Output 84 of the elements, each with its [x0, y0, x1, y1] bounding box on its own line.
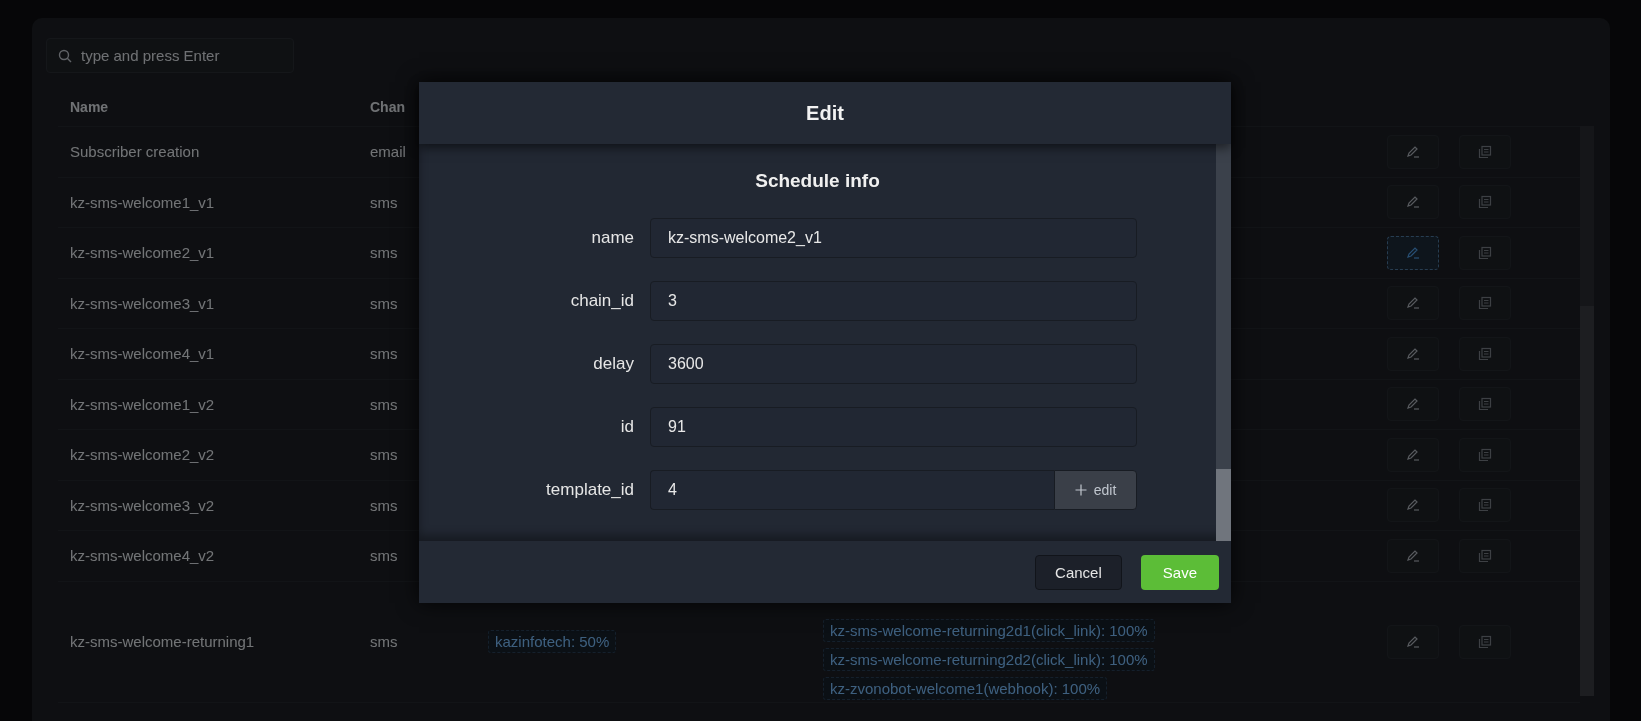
scrollbar[interactable]	[1216, 144, 1231, 541]
copy-icon	[1478, 447, 1492, 462]
input-field[interactable]: 91	[650, 407, 1137, 447]
copy-icon	[1478, 195, 1492, 210]
tag: kz-zvonobot-welcome1(webhook): 100%	[823, 676, 1108, 700]
input-field[interactable]: kz-sms-welcome2_v1	[650, 218, 1137, 258]
input-field[interactable]: 4	[650, 470, 1054, 510]
copy-button[interactable]	[1459, 235, 1511, 270]
edit-button[interactable]	[1387, 624, 1439, 659]
column-header: Name	[69, 99, 110, 115]
field-label: name	[590, 228, 634, 248]
table-cell-text: sms	[370, 294, 399, 312]
table-cell-text: sms	[370, 633, 399, 650]
section-title: Schedule info	[755, 170, 880, 192]
table-cell-text: kz-sms-welcome3_v1	[69, 294, 216, 312]
copy-icon	[1478, 548, 1492, 563]
edit-button[interactable]	[1387, 437, 1439, 472]
table-cell-text: sms	[370, 395, 399, 413]
pencil-icon	[1406, 548, 1420, 563]
table-cell-text: kz-sms-welcome4_v1	[69, 345, 216, 363]
input-field[interactable]: 3	[650, 281, 1137, 321]
copy-icon	[1478, 346, 1492, 361]
table-cell-text: Subscriber creation	[69, 143, 201, 161]
field-label: template_id	[545, 480, 634, 500]
table-cell-text: email	[370, 143, 407, 161]
copy-button[interactable]	[1459, 286, 1511, 321]
copy-icon	[1478, 397, 1492, 412]
copy-icon	[1478, 634, 1492, 649]
edit-button[interactable]	[1387, 235, 1439, 270]
table-cell-text: sms	[370, 345, 399, 363]
table-cell-text: kz-sms-welcome4_v2	[69, 547, 216, 565]
copy-button[interactable]	[1459, 134, 1511, 169]
copy-icon	[1478, 498, 1492, 513]
plus-icon	[1074, 484, 1087, 496]
edit-button[interactable]	[1387, 286, 1439, 321]
dialog-title: Edit	[806, 101, 844, 125]
table-cell-text: kz-sms-welcome2_v1	[69, 244, 216, 262]
search-icon	[58, 49, 72, 63]
table-cell-text: sms	[370, 244, 399, 262]
edit-button[interactable]	[1387, 488, 1439, 523]
pencil-icon	[1406, 245, 1420, 260]
pencil-icon	[1406, 296, 1420, 311]
input-field[interactable]: 3600	[650, 344, 1137, 384]
pencil-icon	[1406, 346, 1420, 361]
edit-button[interactable]	[1387, 387, 1439, 422]
pencil-icon	[1406, 397, 1420, 412]
table-cell-text: sms	[370, 496, 399, 514]
edit-button[interactable]	[1387, 185, 1439, 220]
tag: kz-sms-welcome-returning2d2(click_link): 100%	[823, 647, 1155, 671]
table-cell-text: sms	[370, 446, 399, 464]
table-cell-text: kz-sms-welcome3_v2	[69, 496, 216, 514]
column-header: Chan	[370, 99, 406, 115]
copy-button[interactable]	[1459, 185, 1511, 220]
edit-button[interactable]	[1387, 134, 1439, 169]
table-cell-text: sms	[370, 193, 399, 211]
field-label: chain_id	[569, 291, 634, 311]
copy-button[interactable]	[1459, 437, 1511, 472]
table-cell-text: sms	[370, 547, 399, 565]
field-label: id	[619, 417, 634, 437]
table-cell-text: kz-sms-welcome1_v1	[69, 193, 216, 211]
tag: kz-sms-welcome-returning2d1(click_link): 100%	[823, 618, 1155, 642]
edit-button[interactable]	[1387, 336, 1439, 371]
pencil-icon	[1406, 498, 1420, 513]
table-cell-text: kz-sms-welcome-returning1	[69, 633, 256, 650]
copy-button[interactable]	[1459, 387, 1511, 422]
edit-button[interactable]: edit	[1054, 470, 1137, 510]
edit-button[interactable]	[1387, 538, 1439, 573]
pencil-icon	[1406, 144, 1420, 159]
field-label: delay	[592, 354, 634, 374]
copy-icon	[1478, 296, 1492, 311]
copy-button[interactable]	[1459, 624, 1511, 659]
copy-icon	[1478, 245, 1492, 260]
search-field[interactable]: type and press Enter	[46, 38, 294, 73]
copy-button[interactable]	[1459, 538, 1511, 573]
copy-button[interactable]	[1459, 336, 1511, 371]
table-cell-text: kz-sms-welcome2_v2	[69, 446, 216, 464]
pencil-icon	[1406, 634, 1420, 649]
pencil-icon	[1406, 195, 1420, 210]
cancel-button[interactable]: Cancel	[1035, 554, 1122, 590]
copy-icon	[1478, 144, 1492, 159]
copy-button[interactable]	[1459, 488, 1511, 523]
pencil-icon	[1406, 447, 1420, 462]
table-cell-text: kz-sms-welcome1_v2	[69, 395, 216, 413]
tag: kazinfotech: 50%	[488, 630, 617, 653]
